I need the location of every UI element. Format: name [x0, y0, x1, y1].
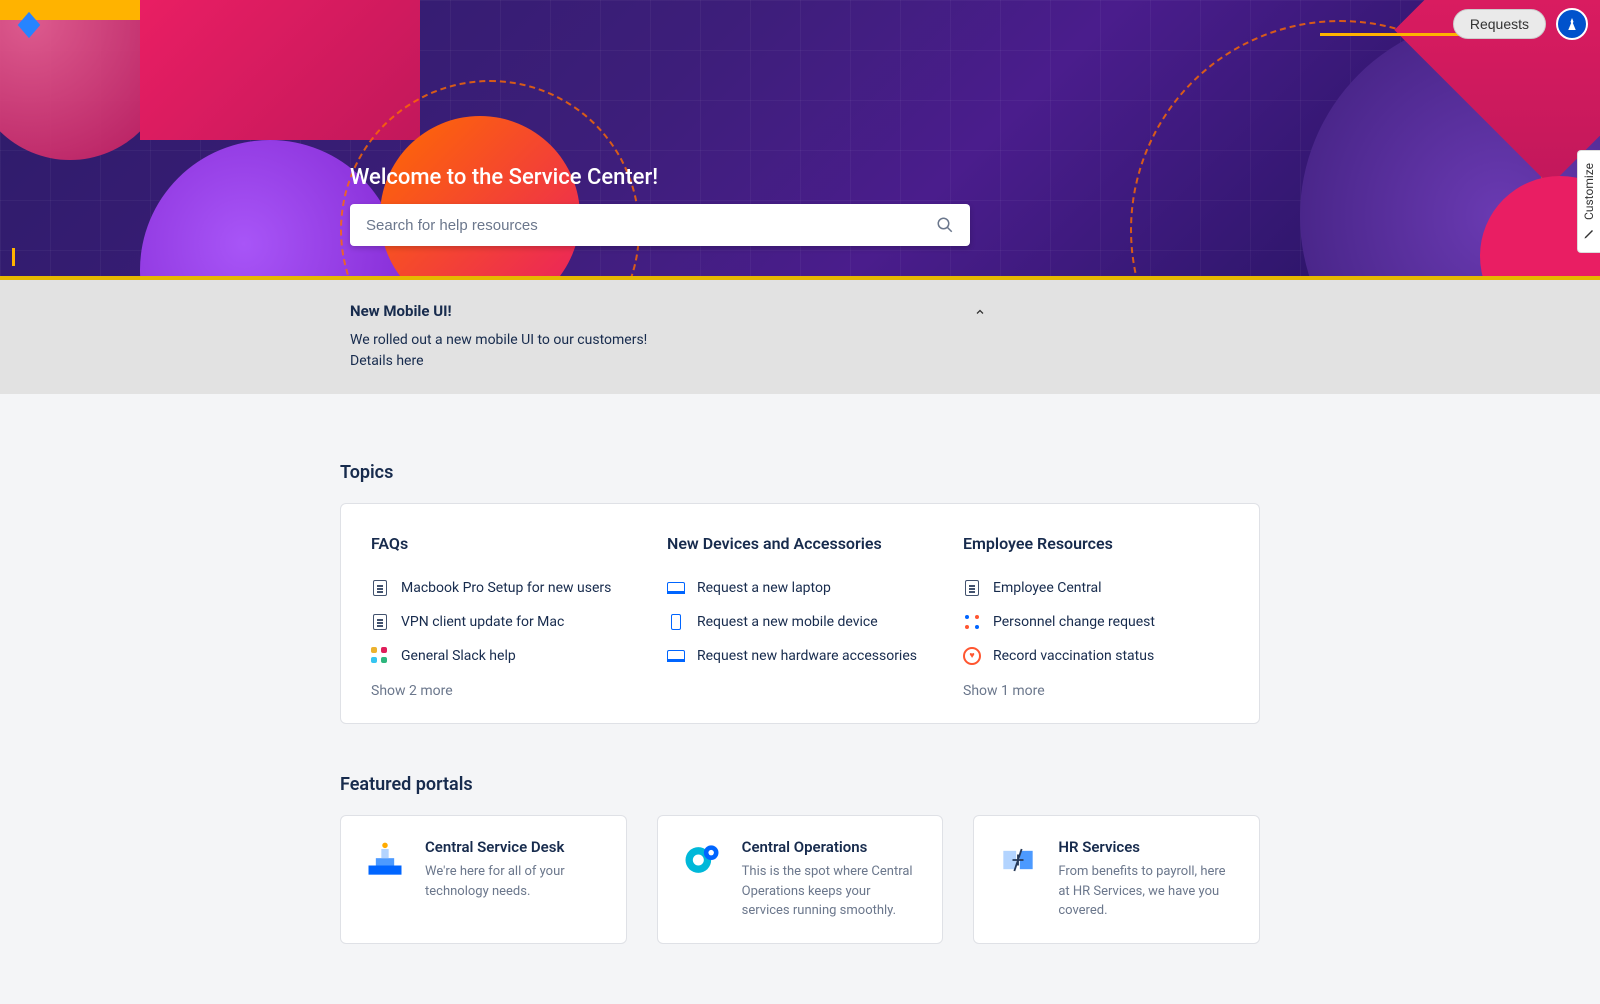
topic-item[interactable]: Personnel change request — [963, 605, 1229, 639]
announcement-body: We rolled out a new mobile UI to our cus… — [350, 332, 647, 348]
gear-icon — [680, 838, 724, 882]
topics-heading: Topics — [340, 462, 1260, 483]
announcement-bar: New Mobile UI! We rolled out a new mobil… — [0, 280, 1600, 394]
hr-icon — [996, 838, 1040, 882]
portal-desc: We're here for all of your technology ne… — [425, 862, 604, 901]
show-more-link[interactable]: Show 1 more — [963, 683, 1045, 699]
announcement-title: New Mobile UI! — [350, 302, 950, 320]
topics-card: FAQs Macbook Pro Setup for new users VPN… — [340, 503, 1260, 724]
phone-icon — [667, 613, 685, 631]
pencil-icon — [1583, 228, 1595, 240]
topic-column-title: FAQs — [371, 534, 637, 553]
topic-item[interactable]: Macbook Pro Setup for new users — [371, 571, 637, 605]
topic-item[interactable]: General Slack help — [371, 639, 637, 673]
topic-column-devices: New Devices and Accessories Request a ne… — [667, 534, 933, 699]
topic-column-title: Employee Resources — [963, 534, 1229, 553]
topic-item-label: Macbook Pro Setup for new users — [401, 580, 611, 596]
search-icon — [936, 216, 954, 234]
doc-icon — [963, 579, 981, 597]
chevron-up-icon — [974, 306, 986, 318]
topic-item-label: Personnel change request — [993, 614, 1155, 630]
dots-icon — [963, 613, 981, 631]
search-box[interactable] — [350, 204, 970, 246]
hero-banner: Requests Customize Welcome to the Servic… — [0, 0, 1600, 280]
doc-icon — [371, 613, 389, 631]
heart-icon — [963, 647, 981, 665]
portal-card-hr-services[interactable]: HR Services From benefits to payroll, he… — [973, 815, 1260, 944]
topic-item[interactable]: Record vaccination status — [963, 639, 1229, 673]
podium-icon — [363, 838, 407, 882]
portal-desc: From benefits to payroll, here at HR Ser… — [1058, 862, 1237, 921]
topic-column-faqs: FAQs Macbook Pro Setup for new users VPN… — [371, 534, 637, 699]
topic-item[interactable]: Employee Central — [963, 571, 1229, 605]
laptop-icon — [667, 579, 685, 597]
search-input[interactable] — [366, 217, 936, 234]
announcement-collapse-button[interactable] — [970, 302, 990, 372]
show-more-link[interactable]: Show 2 more — [371, 683, 453, 699]
announcement-link[interactable]: Details here — [350, 353, 424, 369]
topic-item-label: General Slack help — [401, 648, 516, 664]
portal-desc: This is the spot where Central Operation… — [742, 862, 921, 921]
topic-item-label: VPN client update for Mac — [401, 614, 564, 630]
user-avatar[interactable] — [1556, 8, 1588, 40]
topic-item-label: Record vaccination status — [993, 648, 1154, 664]
topic-column-title: New Devices and Accessories — [667, 534, 933, 553]
customize-label: Customize — [1582, 163, 1596, 220]
atlassian-icon — [1563, 15, 1581, 33]
topic-item-label: Request a new mobile device — [697, 614, 878, 630]
laptop-icon — [667, 647, 685, 665]
topic-item[interactable]: Request a new mobile device — [667, 605, 933, 639]
portal-title: HR Services — [1058, 838, 1237, 856]
requests-button[interactable]: Requests — [1453, 9, 1546, 39]
topic-item-label: Request new hardware accessories — [697, 648, 917, 664]
portals-heading: Featured portals — [340, 774, 1260, 795]
portal-title: Central Operations — [742, 838, 921, 856]
topic-item[interactable]: VPN client update for Mac — [371, 605, 637, 639]
topic-item[interactable]: Request a new laptop — [667, 571, 933, 605]
portal-title: Central Service Desk — [425, 838, 604, 856]
app-logo[interactable] — [14, 10, 44, 44]
portal-card-central-service-desk[interactable]: Central Service Desk We're here for all … — [340, 815, 627, 944]
topic-column-employee: Employee Resources Employee Central Pers… — [963, 534, 1229, 699]
slack-icon — [371, 647, 389, 665]
portal-card-central-operations[interactable]: Central Operations This is the spot wher… — [657, 815, 944, 944]
hero-title: Welcome to the Service Center! — [350, 165, 970, 190]
customize-tab[interactable]: Customize — [1577, 150, 1600, 253]
topic-item-label: Employee Central — [993, 580, 1102, 596]
doc-icon — [371, 579, 389, 597]
topic-item-label: Request a new laptop — [697, 580, 831, 596]
topic-item[interactable]: Request new hardware accessories — [667, 639, 933, 673]
